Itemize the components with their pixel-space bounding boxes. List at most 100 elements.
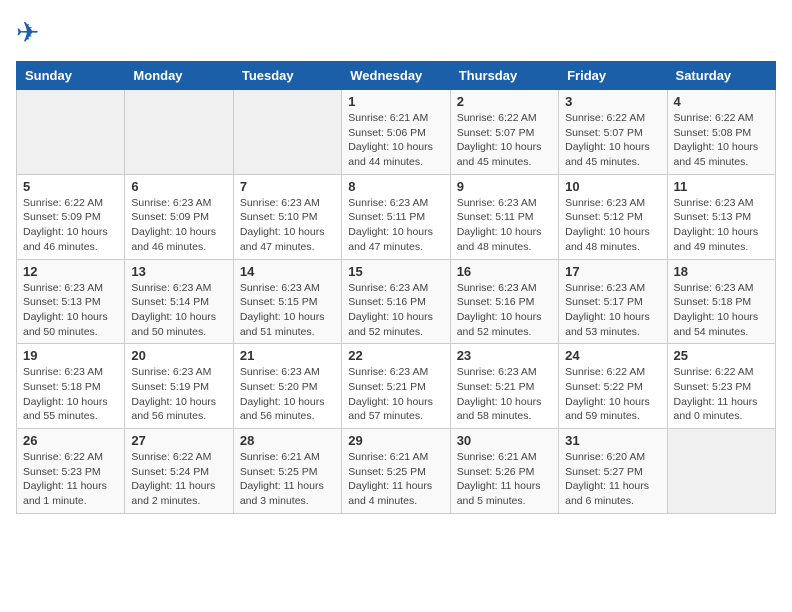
day-info: Sunrise: 6:23 AM Sunset: 5:20 PM Dayligh… — [240, 365, 335, 424]
day-info: Sunrise: 6:23 AM Sunset: 5:10 PM Dayligh… — [240, 196, 335, 255]
day-number: 13 — [131, 264, 226, 279]
day-info: Sunrise: 6:23 AM Sunset: 5:18 PM Dayligh… — [23, 365, 118, 424]
calendar-cell — [17, 90, 125, 175]
logo: ✈ — [16, 16, 41, 49]
calendar-table: SundayMondayTuesdayWednesdayThursdayFrid… — [16, 61, 776, 514]
day-info: Sunrise: 6:23 AM Sunset: 5:14 PM Dayligh… — [131, 281, 226, 340]
day-number: 31 — [565, 433, 660, 448]
day-number: 4 — [674, 94, 769, 109]
calendar-cell: 17Sunrise: 6:23 AM Sunset: 5:17 PM Dayli… — [559, 259, 667, 344]
day-info: Sunrise: 6:22 AM Sunset: 5:24 PM Dayligh… — [131, 450, 226, 509]
page-header: ✈ — [16, 16, 776, 49]
day-info: Sunrise: 6:23 AM Sunset: 5:13 PM Dayligh… — [23, 281, 118, 340]
day-info: Sunrise: 6:23 AM Sunset: 5:21 PM Dayligh… — [457, 365, 552, 424]
calendar-cell: 8 Sunrise: 6:23 AM Sunset: 5:11 PM Daylig… — [342, 174, 450, 259]
day-number: 2 — [457, 94, 552, 109]
day-info: Sunrise: 6:22 AM Sunset: 5:22 PM Dayligh… — [565, 365, 660, 424]
day-number: 18 — [674, 264, 769, 279]
calendar-cell: 14Sunrise: 6:23 AM Sunset: 5:15 PM Dayli… — [233, 259, 341, 344]
day-info: Sunrise: 6:22 AM Sunset: 5:23 PM Dayligh… — [23, 450, 118, 509]
day-number: 24 — [565, 348, 660, 363]
calendar-cell: 6Sunrise: 6:23 AM Sunset: 5:09 PM Daylig… — [125, 174, 233, 259]
day-number: 11 — [674, 179, 769, 194]
day-number: 30 — [457, 433, 552, 448]
day-number: 5 — [23, 179, 118, 194]
day-number: 26 — [23, 433, 118, 448]
day-info: Sunrise: 6:21 AM Sunset: 5:25 PM Dayligh… — [240, 450, 335, 509]
logo-bird-icon: ✈ — [16, 16, 39, 49]
day-info: Sunrise: 6:23 AM Sunset: 5:19 PM Dayligh… — [131, 365, 226, 424]
day-info: Sunrise: 6:22 AM Sunset: 5:08 PM Dayligh… — [674, 111, 769, 170]
calendar-cell: 24 Sunrise: 6:22 AM Sunset: 5:22 PM Dayli… — [559, 344, 667, 429]
calendar-cell: 5 Sunrise: 6:22 AM Sunset: 5:09 PM Daylig… — [17, 174, 125, 259]
calendar-week-3: 12 Sunrise: 6:23 AM Sunset: 5:13 PM Dayli… — [17, 259, 776, 344]
calendar-header-row: SundayMondayTuesdayWednesdayThursdayFrid… — [17, 62, 776, 90]
day-header-sunday: Sunday — [17, 62, 125, 90]
day-number: 27 — [131, 433, 226, 448]
day-info: Sunrise: 6:21 AM Sunset: 5:06 PM Dayligh… — [348, 111, 443, 170]
day-info: Sunrise: 6:21 AM Sunset: 5:25 PM Dayligh… — [348, 450, 443, 509]
day-number: 28 — [240, 433, 335, 448]
day-info: Sunrise: 6:23 AM Sunset: 5:09 PM Dayligh… — [131, 196, 226, 255]
day-number: 15 — [348, 264, 443, 279]
calendar-cell: 7 Sunrise: 6:23 AM Sunset: 5:10 PM Daylig… — [233, 174, 341, 259]
day-info: Sunrise: 6:23 AM Sunset: 5:16 PM Dayligh… — [348, 281, 443, 340]
calendar-cell: 23 Sunrise: 6:23 AM Sunset: 5:21 PM Dayli… — [450, 344, 558, 429]
day-info: Sunrise: 6:21 AM Sunset: 5:26 PM Dayligh… — [457, 450, 552, 509]
calendar-week-5: 26 Sunrise: 6:22 AM Sunset: 5:23 PM Dayli… — [17, 429, 776, 514]
day-info: Sunrise: 6:23 AM Sunset: 5:16 PM Dayligh… — [457, 281, 552, 340]
calendar-cell: 4 Sunrise: 6:22 AM Sunset: 5:08 PM Daylig… — [667, 90, 775, 175]
calendar-cell: 11 Sunrise: 6:23 AM Sunset: 5:13 PM Dayli… — [667, 174, 775, 259]
day-header-tuesday: Tuesday — [233, 62, 341, 90]
calendar-cell: 28 Sunrise: 6:21 AM Sunset: 5:25 PM Dayli… — [233, 429, 341, 514]
calendar-cell: 27 Sunrise: 6:22 AM Sunset: 5:24 PM Dayli… — [125, 429, 233, 514]
day-number: 22 — [348, 348, 443, 363]
day-number: 9 — [457, 179, 552, 194]
calendar-cell: 19Sunrise: 6:23 AM Sunset: 5:18 PM Dayli… — [17, 344, 125, 429]
calendar-cell: 20 Sunrise: 6:23 AM Sunset: 5:19 PM Dayli… — [125, 344, 233, 429]
day-number: 29 — [348, 433, 443, 448]
day-info: Sunrise: 6:23 AM Sunset: 5:18 PM Dayligh… — [674, 281, 769, 340]
calendar-cell — [233, 90, 341, 175]
calendar-cell: 3Sunrise: 6:22 AM Sunset: 5:07 PM Daylig… — [559, 90, 667, 175]
day-header-friday: Friday — [559, 62, 667, 90]
calendar-cell: 25 Sunrise: 6:22 AM Sunset: 5:23 PM Dayli… — [667, 344, 775, 429]
day-number: 8 — [348, 179, 443, 194]
calendar-cell: 29 Sunrise: 6:21 AM Sunset: 5:25 PM Dayli… — [342, 429, 450, 514]
day-number: 3 — [565, 94, 660, 109]
day-number: 7 — [240, 179, 335, 194]
day-info: Sunrise: 6:23 AM Sunset: 5:13 PM Dayligh… — [674, 196, 769, 255]
day-info: Sunrise: 6:22 AM Sunset: 5:09 PM Dayligh… — [23, 196, 118, 255]
calendar-cell: 22Sunrise: 6:23 AM Sunset: 5:21 PM Dayli… — [342, 344, 450, 429]
calendar-cell: 21Sunrise: 6:23 AM Sunset: 5:20 PM Dayli… — [233, 344, 341, 429]
day-header-wednesday: Wednesday — [342, 62, 450, 90]
calendar-cell: 13 Sunrise: 6:23 AM Sunset: 5:14 PM Dayli… — [125, 259, 233, 344]
day-info: Sunrise: 6:23 AM Sunset: 5:11 PM Dayligh… — [457, 196, 552, 255]
calendar-cell: 12 Sunrise: 6:23 AM Sunset: 5:13 PM Dayli… — [17, 259, 125, 344]
day-number: 20 — [131, 348, 226, 363]
calendar-cell: 1 Sunrise: 6:21 AM Sunset: 5:06 PM Daylig… — [342, 90, 450, 175]
day-info: Sunrise: 6:23 AM Sunset: 5:11 PM Dayligh… — [348, 196, 443, 255]
day-header-monday: Monday — [125, 62, 233, 90]
calendar-cell: 30 Sunrise: 6:21 AM Sunset: 5:26 PM Dayli… — [450, 429, 558, 514]
day-header-saturday: Saturday — [667, 62, 775, 90]
calendar-week-2: 5 Sunrise: 6:22 AM Sunset: 5:09 PM Daylig… — [17, 174, 776, 259]
day-number: 12 — [23, 264, 118, 279]
day-info: Sunrise: 6:20 AM Sunset: 5:27 PM Dayligh… — [565, 450, 660, 509]
day-number: 16 — [457, 264, 552, 279]
day-header-thursday: Thursday — [450, 62, 558, 90]
day-number: 17 — [565, 264, 660, 279]
day-number: 25 — [674, 348, 769, 363]
day-info: Sunrise: 6:23 AM Sunset: 5:12 PM Dayligh… — [565, 196, 660, 255]
day-info: Sunrise: 6:22 AM Sunset: 5:23 PM Dayligh… — [674, 365, 769, 424]
day-number: 10 — [565, 179, 660, 194]
calendar-cell: 18 Sunrise: 6:23 AM Sunset: 5:18 PM Dayli… — [667, 259, 775, 344]
day-info: Sunrise: 6:22 AM Sunset: 5:07 PM Dayligh… — [457, 111, 552, 170]
calendar-cell: 26 Sunrise: 6:22 AM Sunset: 5:23 PM Dayli… — [17, 429, 125, 514]
day-number: 23 — [457, 348, 552, 363]
calendar-cell: 2 Sunrise: 6:22 AM Sunset: 5:07 PM Daylig… — [450, 90, 558, 175]
calendar-cell: 31 Sunrise: 6:20 AM Sunset: 5:27 PM Dayli… — [559, 429, 667, 514]
day-number: 1 — [348, 94, 443, 109]
calendar-cell: 10 Sunrise: 6:23 AM Sunset: 5:12 PM Dayli… — [559, 174, 667, 259]
calendar-cell: 9 Sunrise: 6:23 AM Sunset: 5:11 PM Daylig… — [450, 174, 558, 259]
